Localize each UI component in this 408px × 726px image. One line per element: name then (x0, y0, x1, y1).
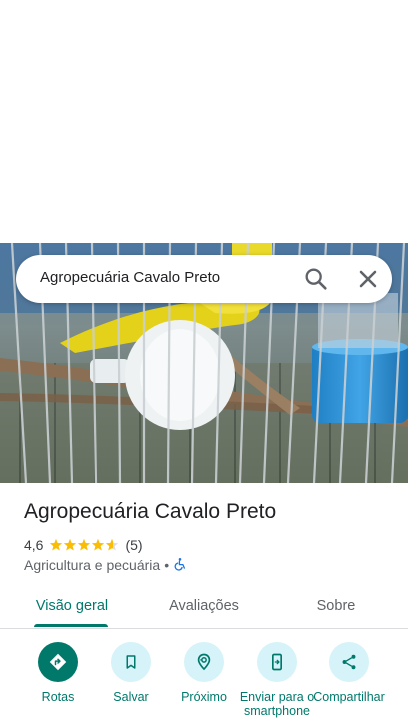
share-circle[interactable] (329, 642, 369, 682)
action-bar: Rotas Salvar Próximo Enviar para o smart… (0, 640, 408, 726)
search-query[interactable]: Agropecuária Cavalo Preto (40, 269, 220, 286)
tab-bar: Visão geral Avaliações Sobre (0, 584, 408, 629)
star-icon (50, 538, 63, 551)
star-icon (78, 538, 91, 551)
category-label: Agricultura e pecuária (24, 557, 161, 573)
directions-circle[interactable] (38, 642, 78, 682)
save-label: Salvar (113, 690, 149, 704)
rating-row[interactable]: 4,6 (5) (24, 535, 143, 555)
active-tab-indicator (34, 624, 108, 627)
tab-reviews[interactable]: Avaliações (152, 584, 256, 628)
directions-icon (49, 653, 67, 671)
bookmark-icon (126, 655, 136, 669)
wheelchair-accessible-icon (173, 557, 187, 574)
save-circle[interactable] (111, 642, 151, 682)
separator-dot: • (164, 557, 170, 573)
star-rating (49, 538, 119, 552)
directions-label: Rotas (41, 690, 75, 704)
share-button[interactable]: Compartilhar (313, 640, 385, 726)
nearby-button[interactable]: Próximo (168, 640, 240, 726)
tab-overview[interactable]: Visão geral (22, 584, 122, 628)
directions-button[interactable]: Rotas (22, 640, 94, 726)
star-icon (106, 538, 119, 551)
star-icon (92, 538, 105, 551)
nearby-icon (197, 653, 211, 671)
share-icon (342, 654, 356, 670)
share-label: Compartilhar (313, 690, 385, 704)
category-row: Agricultura e pecuária • (24, 555, 187, 575)
place-title: Agropecuária Cavalo Preto (24, 500, 277, 523)
send-to-phone-icon (272, 653, 282, 671)
nearby-circle[interactable] (184, 642, 224, 682)
rating-value: 4,6 (24, 537, 44, 553)
place-sheet: Agropecuária Cavalo Preto Agropecuária C… (0, 0, 408, 726)
star-icon (64, 538, 77, 551)
send-to-phone-button[interactable]: Enviar para o smartphone (240, 640, 314, 726)
close-icon[interactable] (354, 265, 382, 293)
tab-about[interactable]: Sobre (296, 584, 376, 628)
nearby-label: Próximo (181, 690, 227, 704)
send-to-phone-circle[interactable] (257, 642, 297, 682)
review-count[interactable]: (5) (125, 537, 142, 553)
search-icon[interactable] (302, 265, 330, 293)
stars-icon (50, 538, 119, 551)
save-button[interactable]: Salvar (95, 640, 167, 726)
search-bar[interactable]: Agropecuária Cavalo Preto (16, 255, 392, 303)
